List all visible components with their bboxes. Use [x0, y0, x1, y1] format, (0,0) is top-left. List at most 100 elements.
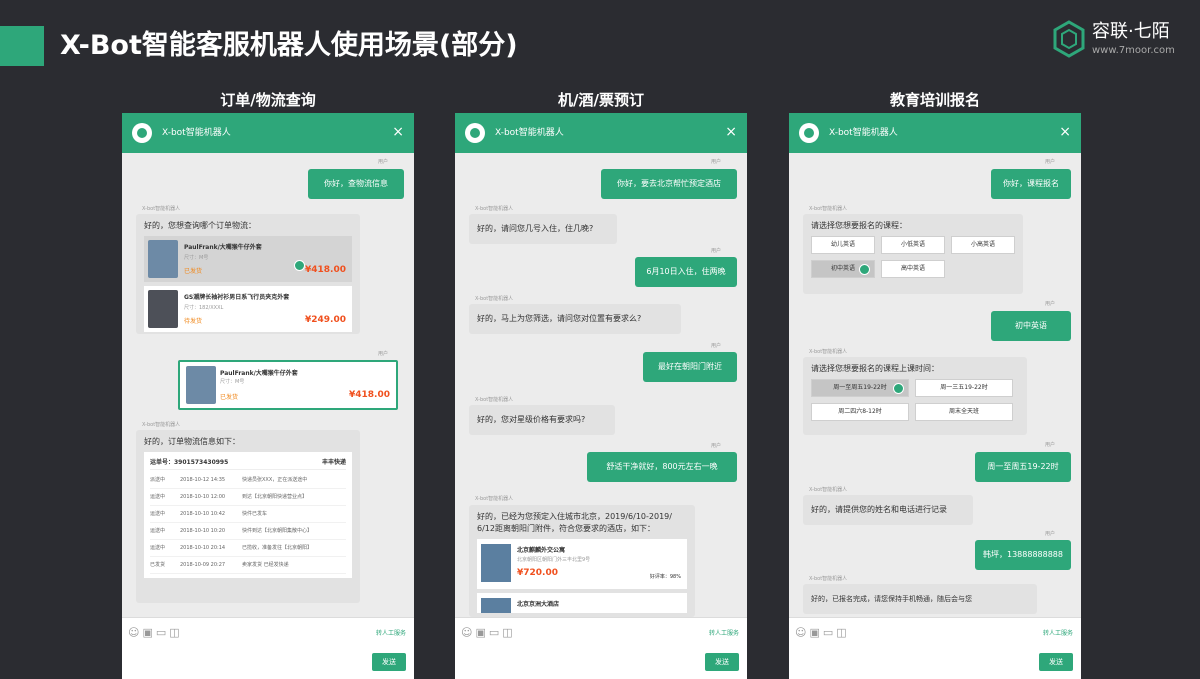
product-size: 尺寸：M号 [220, 379, 245, 385]
hotel-image [481, 598, 511, 613]
bot-message-time-picker: 请选择您想要报名的课程上课时间： 周一至周五19-22时 周一三五19-22时 … [803, 357, 1027, 435]
click-cursor-icon [859, 264, 870, 275]
user-label: 用户 [1044, 531, 1055, 537]
bot-label: X-bot智能机器人 [475, 496, 514, 502]
time-option[interactable]: 周末全天班 [915, 403, 1013, 421]
product-image [148, 240, 178, 278]
chat-header: X-bot智能机器人 × [789, 113, 1081, 153]
send-button[interactable]: 发送 [1039, 653, 1073, 671]
chat-bot-name: X-bot智能机器人 [162, 128, 231, 138]
course-option[interactable]: 小高英语 [951, 236, 1015, 254]
bot-message-course-picker: 请选择您想要报名的课程： 幼儿英语 小低英语 小高英语 初中英语 高中英语 [803, 214, 1023, 294]
close-icon[interactable]: × [725, 122, 737, 142]
tracking-table: 运单号：3901573430995 丰丰快递 派送中 2018-10-12 14:… [144, 452, 352, 578]
bot-label: X-bot智能机器人 [809, 206, 848, 212]
toolbar-icons[interactable]: ☺▣▭◫ [461, 626, 516, 639]
user-label: 用户 [710, 343, 721, 349]
tracking-row: 运送中 2018-10-10 20:14 已揽收，准备发往【北京朝阳】 [150, 540, 346, 557]
bot-label: X-bot智能机器人 [142, 422, 181, 428]
tracking-row: 运送中 2018-10-10 10:42 快件已发车 [150, 506, 346, 523]
bot-label: X-bot智能机器人 [809, 576, 848, 582]
bot-message: 好的，马上为您筛选，请问您对位置有要求么? [469, 304, 681, 334]
hotel-rating: 好评率：98% [649, 574, 681, 580]
bot-message: 好的，请问您几号入住，住几晚? [469, 214, 617, 244]
order-price: ¥249.00 [305, 315, 346, 325]
bot-message-hotel-list: 好的，已经为您预定入住城市北京，2019/6/10-2019/ 6/12距离朝阳… [469, 505, 695, 617]
order-status: 已发货 [184, 268, 203, 275]
click-cursor-icon [294, 260, 305, 271]
bot-label: X-bot智能机器人 [809, 349, 848, 355]
bot-label: X-bot智能机器人 [475, 206, 514, 212]
hotel-price: ¥720.00 [517, 568, 558, 578]
bot-label: X-bot智能机器人 [475, 296, 514, 302]
chat-footer: ☺▣▭◫ 转人工服务 发送 [122, 617, 414, 679]
bot-message: 好的，已报名完成，请您保持手机畅通，随后会与您 [803, 584, 1037, 614]
chat-window-booking: X-bot智能机器人 × 用户 你好，要去北京帮忙预定酒店 X-bot智能机器人… [455, 113, 747, 679]
tracking-row: 已发货 2018-10-09 20:27 卖家发货 已经发快递 [150, 557, 346, 574]
bot-avatar-icon [799, 123, 819, 143]
order-price: ¥418.00 [349, 390, 390, 400]
hotel-card[interactable]: 北京麒麟外交公寓 北京朝阳区朝阳门外三丰北里9号 ¥720.00 好评率：98% [477, 539, 687, 589]
order-card[interactable]: GS潮牌长袖衬衫男日系飞行员夹克外套 尺寸：182/XXXL 待发货 ¥249.… [144, 286, 352, 332]
course-option-selected[interactable]: 初中英语 [811, 260, 875, 278]
send-button[interactable]: 发送 [705, 653, 739, 671]
hotel-address: 北京朝阳区朝阳门外三丰北里9号 [517, 557, 591, 563]
close-icon[interactable]: × [1059, 122, 1071, 142]
chat-header: X-bot智能机器人 × [455, 113, 747, 153]
tracking-row: 运送中 2018-10-10 12:00 到达【北京朝阳快递营业点】 [150, 489, 346, 506]
order-status: 已发货 [220, 394, 239, 401]
user-message: 你好，要去北京帮忙预定酒店 [601, 169, 737, 199]
tracking-row: 派送中 2018-10-12 14:35 快递员张XXX，正在派送途中 [150, 472, 346, 489]
hotel-name: 北京京洲大酒店 [517, 601, 560, 608]
course-option[interactable]: 幼儿英语 [811, 236, 875, 254]
user-label: 用户 [1044, 442, 1055, 448]
user-label: 用户 [710, 159, 721, 165]
user-message: 周一至周五19-22时 [975, 452, 1071, 482]
column-title-orders: 订单/物流查询 [220, 91, 316, 109]
time-option[interactable]: 周一三五19-22时 [915, 379, 1013, 397]
chat-header: X-bot智能机器人 × [122, 113, 414, 153]
product-image [186, 366, 216, 404]
bot-message-text: 好的，您想查询哪个订单物流： [144, 221, 256, 230]
toolbar-icons[interactable]: ☺▣▭◫ [128, 626, 183, 639]
order-card[interactable]: PaulFrank/大嘴猴牛仔外套 尺寸：M号 已发货 ¥418.00 [144, 236, 352, 282]
time-option[interactable]: 周二四六8-12时 [811, 403, 909, 421]
course-option[interactable]: 小低英语 [881, 236, 945, 254]
chat-footer: ☺▣▭◫ 转人工服务 发送 [455, 617, 747, 679]
user-label: 用户 [710, 248, 721, 254]
bot-message-text: 请选择您想要报名的课程上课时间： [811, 364, 939, 373]
bot-message-tracking: 好的，订单物流信息如下： 运单号：3901573430995 丰丰快递 派送中 2… [136, 430, 360, 603]
chat-bot-name: X-bot智能机器人 [829, 128, 898, 138]
bot-message-text: 好的，订单物流信息如下： [144, 437, 240, 446]
product-size: 尺寸：M号 [184, 255, 209, 261]
time-option-selected[interactable]: 周一至周五19-22时 [811, 379, 909, 397]
bot-label: X-bot智能机器人 [142, 206, 181, 212]
brand-url: www.7moor.com [1092, 45, 1175, 56]
column-title-education: 教育培训报名 [889, 91, 980, 109]
user-label: 用户 [1044, 159, 1055, 165]
send-button[interactable]: 发送 [372, 653, 406, 671]
column-title-booking: 机/酒/票预订 [558, 91, 644, 109]
toolbar-icons[interactable]: ☺▣▭◫ [795, 626, 850, 639]
title-accent-bar [0, 26, 44, 66]
transfer-to-agent-link[interactable]: 转人工服务 [376, 628, 406, 637]
page-title: X-Bot智能客服机器人使用场景(部分) [60, 30, 518, 61]
close-icon[interactable]: × [392, 122, 404, 142]
course-option[interactable]: 高中英语 [881, 260, 945, 278]
bot-avatar-icon [132, 123, 152, 143]
transfer-to-agent-link[interactable]: 转人工服务 [709, 628, 739, 637]
user-label: 用户 [377, 351, 388, 357]
click-cursor-icon [893, 383, 904, 394]
chat-window-education: X-bot智能机器人 × 用户 你好，课程报名 X-bot智能机器人 请选择您想… [789, 113, 1081, 679]
bot-message-text: 好的，已经为您预定入住城市北京，2019/6/10-2019/ [477, 512, 672, 521]
user-message: 最好在朝阳门附近 [643, 352, 737, 382]
tracking-header: 运单号：3901573430995 丰丰快递 [150, 456, 346, 470]
transfer-to-agent-link[interactable]: 转人工服务 [1043, 628, 1073, 637]
hotel-card[interactable]: 北京京洲大酒店 [477, 593, 687, 613]
user-label: 用户 [710, 443, 721, 449]
bot-message-text: 6/12距离朝阳门附件，符合您要求的酒店，如下： [477, 524, 655, 533]
bot-message-text: 请选择您想要报名的课程： [811, 221, 907, 230]
tracking-row: 运送中 2018-10-10 10:20 快件到达【北京朝阳集散中心】 [150, 523, 346, 540]
user-message: 初中英语 [991, 311, 1071, 341]
user-label: 用户 [1044, 301, 1055, 307]
